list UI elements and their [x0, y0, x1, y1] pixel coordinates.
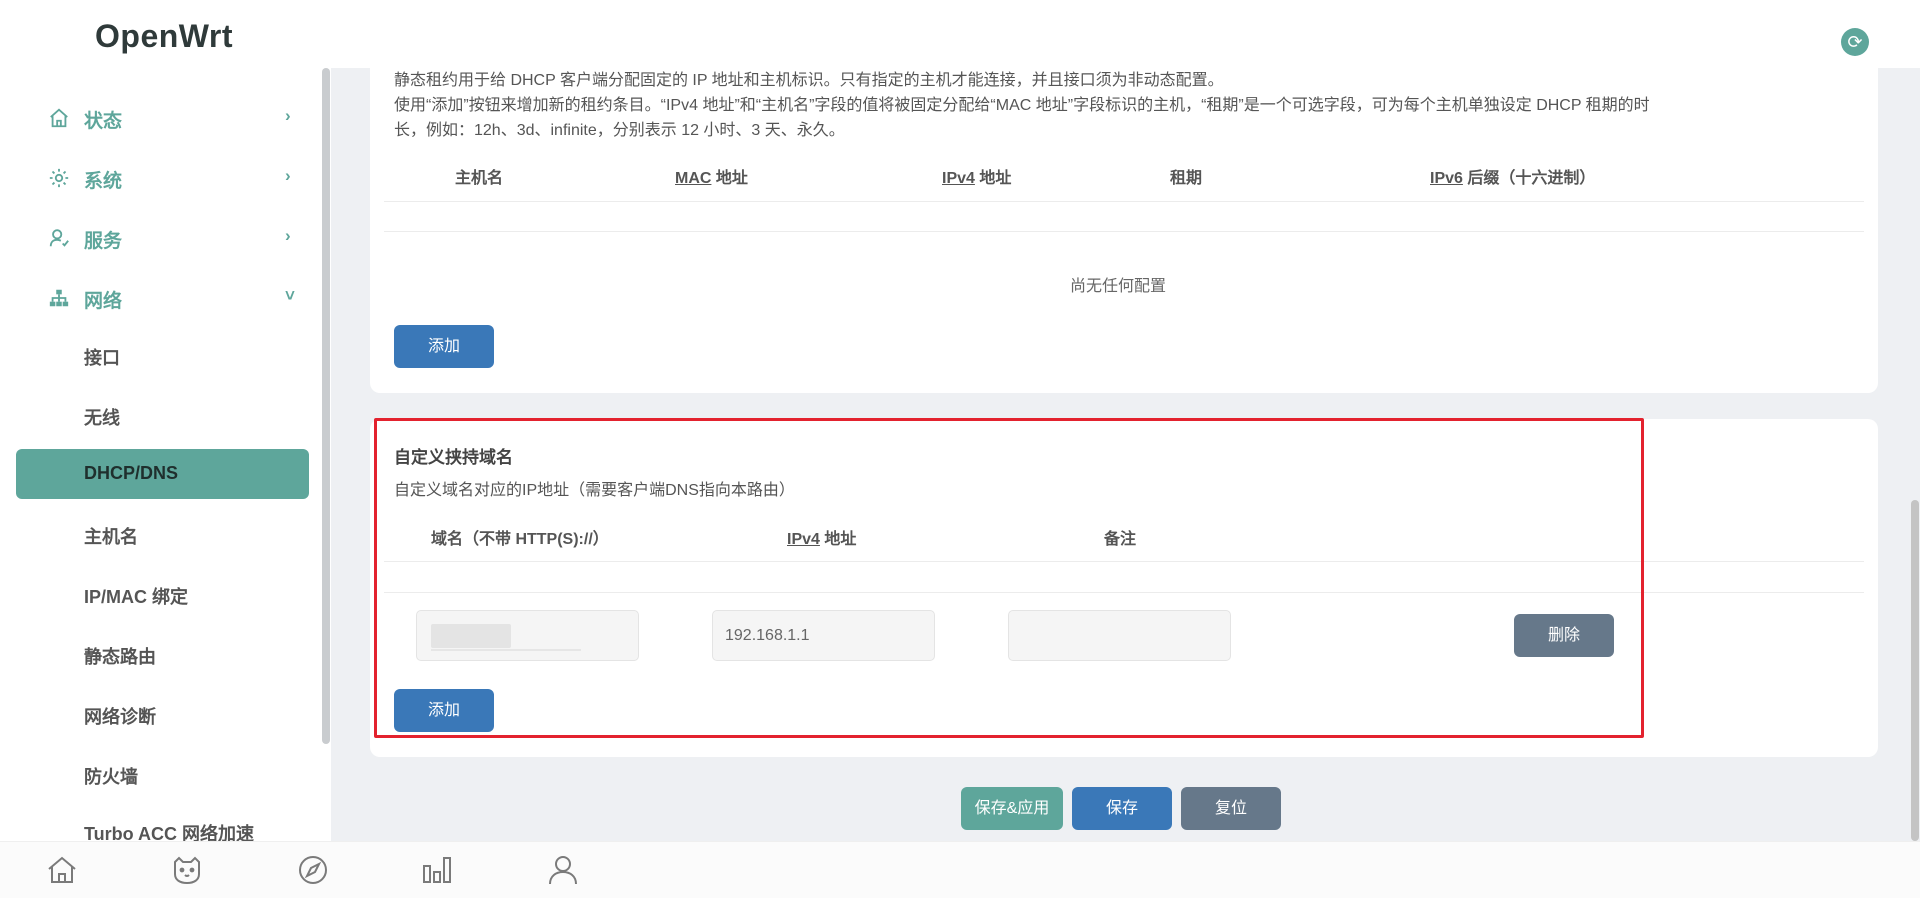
- network-tree-icon: [48, 287, 70, 309]
- column-header-ipv6-suffix: IPv6 后缀（十六进制）: [1430, 164, 1595, 188]
- gear-icon: [48, 167, 70, 189]
- description-line: 使用“添加”按钮来增加新的租约条目。“IPv4 地址”和“主机名”字段的值将被固…: [394, 97, 1650, 114]
- column-header-lease: 租期: [1170, 170, 1203, 187]
- static-leases-panel: 静态租约用于给 DHCP 客户端分配固定的 IP 地址和主机标识。只有指定的主机…: [370, 40, 1878, 393]
- user-service-icon: [48, 227, 70, 249]
- empty-placeholder: 尚无任何配置: [1070, 278, 1167, 295]
- sidebar-subitem-label: 无线: [84, 408, 120, 428]
- chevron-right-icon: ›: [285, 106, 291, 125]
- save-button[interactable]: 保存: [1072, 787, 1172, 830]
- bottom-nav: [0, 841, 1920, 898]
- sidebar-item-wireless[interactable]: 无线: [16, 390, 309, 440]
- sidebar-subitem-label: 主机名: [84, 527, 138, 547]
- chevron-down-icon: ˅: [285, 286, 295, 305]
- sidebar-item-network[interactable]: 网络 ˅: [0, 274, 331, 322]
- compass-icon[interactable]: [295, 852, 331, 888]
- chevron-right-icon: ›: [285, 166, 291, 185]
- bar-chart-icon[interactable]: [419, 852, 455, 888]
- chevron-right-icon: ›: [285, 226, 291, 245]
- highlight-outline: [374, 418, 1644, 738]
- description-line: 静态租约用于给 DHCP 客户端分配固定的 IP 地址和主机标识。只有指定的主机…: [394, 72, 1224, 89]
- sidebar-subitem-label: 防火墙: [84, 767, 138, 787]
- sidebar-item-label: 网络: [84, 291, 123, 312]
- ipv4-rest: 地址: [974, 170, 1012, 187]
- mac-abbr: MAC: [675, 170, 712, 187]
- cat-icon[interactable]: [169, 852, 205, 888]
- sidebar-item-ip-mac-binding[interactable]: IP/MAC 绑定: [16, 569, 309, 619]
- brand-logo[interactable]: OpenWrt: [95, 18, 233, 55]
- sidebar-item-dhcp-dns[interactable]: DHCP/DNS: [16, 449, 309, 499]
- sidebar-item-label: 服务: [84, 231, 123, 252]
- sidebar-item-diagnostics[interactable]: 网络诊断: [16, 689, 309, 739]
- sidebar-item-turbo-acc[interactable]: Turbo ACC 网络加速: [16, 806, 309, 841]
- sidebar-subitem-label: IP/MAC 绑定: [84, 587, 189, 607]
- column-header-hostname: 主机名: [455, 170, 504, 187]
- sidebar-item-status[interactable]: 状态 ›: [0, 94, 331, 142]
- user-icon[interactable]: [545, 852, 581, 888]
- sidebar-item-static-routes[interactable]: 静态路由: [16, 629, 309, 679]
- add-lease-button[interactable]: 添加: [394, 325, 494, 368]
- save-apply-button[interactable]: 保存&应用: [961, 787, 1063, 830]
- static-leases-description: 静态租约用于给 DHCP 客户端分配固定的 IP 地址和主机标识。只有指定的主机…: [394, 68, 1864, 143]
- sidebar-item-firewall[interactable]: 防火墙: [16, 749, 309, 799]
- top-header: OpenWrt ⟳: [0, 0, 1920, 68]
- main-scrollbar[interactable]: [1911, 500, 1919, 841]
- sidebar-item-hostname[interactable]: 主机名: [16, 509, 309, 559]
- home-icon: [48, 107, 70, 129]
- sidebar-subitem-label: 网络诊断: [84, 707, 156, 727]
- sidebar-item-services[interactable]: 服务 ›: [0, 214, 331, 262]
- divider: [384, 231, 1864, 232]
- sidebar-item-label: 系统: [84, 171, 123, 192]
- divider: [384, 201, 1864, 202]
- column-header-ipv4: IPv4 地址: [942, 164, 1011, 188]
- sidebar-item-system[interactable]: 系统 ›: [0, 154, 331, 202]
- refresh-icon[interactable]: ⟳: [1841, 28, 1869, 56]
- sidebar-subitem-label: 接口: [84, 348, 120, 368]
- mac-rest: 地址: [711, 170, 748, 187]
- sidebar-subitem-label: Turbo ACC 网络加速: [84, 824, 254, 841]
- sidebar-subitem-label: 静态路由: [84, 647, 156, 667]
- sidebar-subitem-label: DHCP/DNS: [84, 463, 179, 483]
- home-icon[interactable]: [44, 852, 80, 888]
- column-header-mac: MAC 地址: [675, 164, 748, 188]
- sidebar-item-label: 状态: [84, 111, 123, 132]
- description-line: 长，例如：12h、3d、infinite，分别表示 12 小时、3 天、永久。: [394, 122, 845, 139]
- ipv4-abbr: IPv4: [942, 170, 975, 187]
- sidebar-item-interfaces[interactable]: 接口: [16, 330, 309, 380]
- ipv6-abbr: IPv6: [1430, 170, 1463, 187]
- sidebar-scrollbar[interactable]: [322, 68, 330, 744]
- sidebar: 状态 › 系统 › 服务 › 网络 ˅ 接口 无线 DHCP/DNS 主机名 I…: [0, 68, 331, 841]
- ipv6-rest: 后缀（十六进制）: [1462, 170, 1596, 187]
- reset-button[interactable]: 复位: [1181, 787, 1281, 830]
